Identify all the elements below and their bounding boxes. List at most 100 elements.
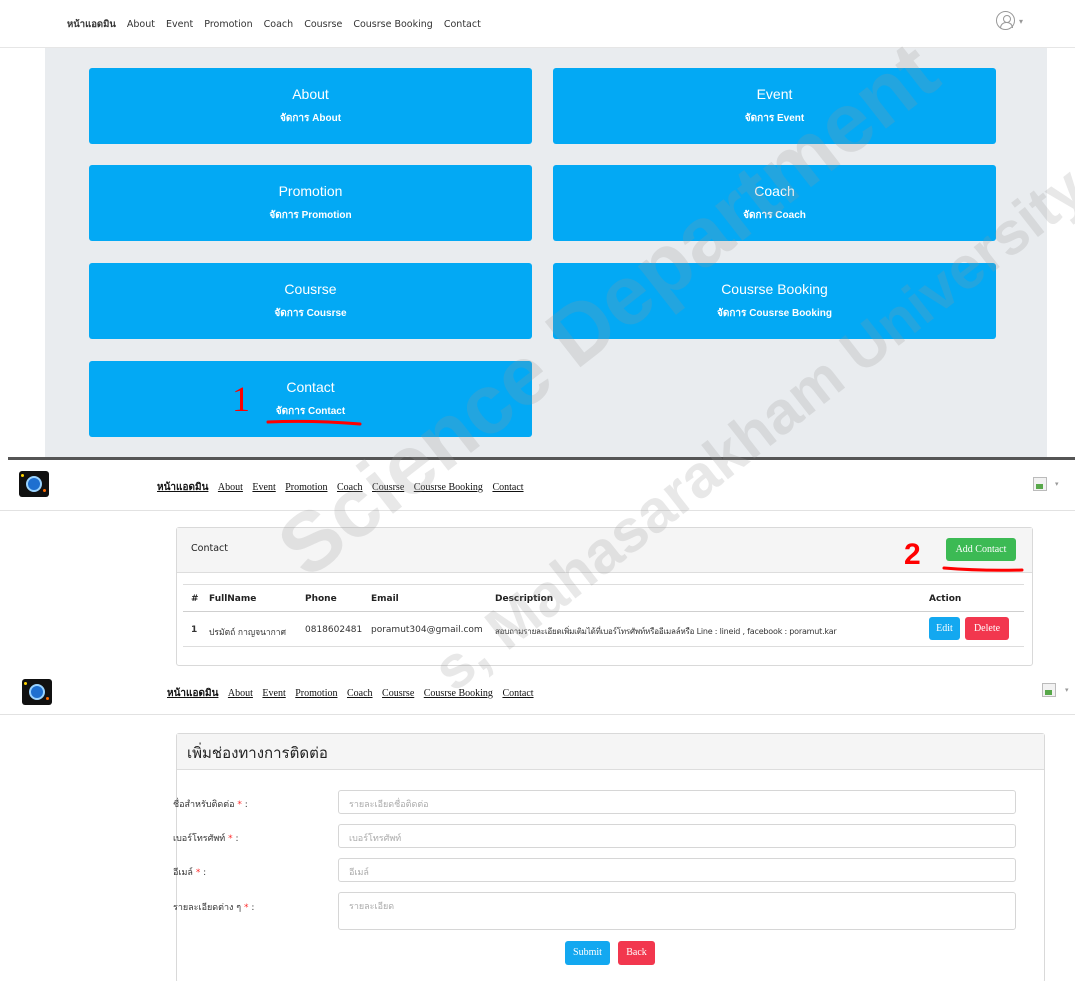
card-subtitle: จัดการ Cousrse [274, 308, 347, 319]
navbar-divider [0, 714, 1075, 715]
card-cousrse[interactable]: Cousrse จัดการ Cousrse [89, 263, 532, 339]
details-textarea[interactable]: รายละเอียด [338, 892, 1016, 930]
nav-item-cousrse-booking[interactable]: Cousrse Booking [353, 19, 432, 30]
nav-brand[interactable]: หน้าแอดมิน [167, 688, 218, 699]
card-subtitle: จัดการ About [279, 113, 342, 124]
nav-item-contact[interactable]: Contact [502, 688, 533, 699]
nav-item-promotion[interactable]: Promotion [285, 482, 327, 493]
annotation-underline-1 [266, 419, 362, 426]
card-title: Cousrse Booking [721, 281, 828, 297]
chevron-down-icon: ▾ [1019, 17, 1024, 26]
card-subtitle: จัดการ Event [744, 113, 805, 124]
cell-phone: 0818602481 [305, 625, 363, 635]
nav-brand[interactable]: หน้าแอดมิน [67, 19, 116, 30]
cell-description: สอบถามรายละเอียดเพิ่มเติมได้ที่เบอร์โทรศ… [495, 627, 837, 636]
card-title: Cousrse [284, 281, 337, 297]
nav-brand[interactable]: หน้าแอดมิน [157, 482, 208, 493]
admin-nav-links: หน้าแอดมิน About Event Promotion Coach C… [67, 17, 489, 32]
col-header-action: Action [929, 594, 962, 604]
nav-item-cousrse[interactable]: Cousrse [372, 482, 404, 493]
nav-item-about[interactable]: About [218, 482, 243, 493]
nav-item-event[interactable]: Event [252, 482, 275, 493]
label-text: อีเมล์ [173, 868, 193, 878]
admin-dashboard-panel: หน้าแอดมิน About Event Promotion Coach C… [0, 0, 1075, 457]
nav-item-coach[interactable]: Coach [347, 688, 373, 699]
nav-item-event[interactable]: Event [262, 688, 285, 699]
nav-item-about[interactable]: About [127, 19, 155, 30]
annotation-step-2: 2 [904, 538, 921, 571]
form-header: เพิ่มช่องทางการติดต่อ [177, 734, 1044, 770]
nav-item-coach[interactable]: Coach [337, 482, 363, 493]
label-text: เบอร์โทรศัพท์ [173, 834, 226, 844]
nav-item-coach[interactable]: Coach [264, 19, 294, 30]
cell-email: poramut304@gmail.com [371, 625, 483, 635]
card-title: Contact [191, 543, 228, 554]
broken-image-icon[interactable] [1042, 683, 1056, 697]
label-colon: : [248, 903, 255, 913]
card-subtitle: จัดการ Cousrse Booking [717, 308, 832, 319]
field-label-contact-name: ชื่อสำหรับติดต่อ * : [173, 797, 248, 811]
field-label-email: อีเมล์ * : [173, 865, 206, 879]
nav-item-cousrse[interactable]: Cousrse [382, 688, 414, 699]
card-title: Event [756, 86, 793, 102]
label-text: ชื่อสำหรับติดต่อ [173, 800, 235, 810]
admin-card-grid: About จัดการ About Event จัดการ Event Pr… [45, 48, 1047, 457]
nav-item-cousrse-booking[interactable]: Cousrse Booking [414, 482, 483, 493]
site-logo-icon[interactable] [22, 679, 52, 705]
card-subtitle: จัดการ Coach [743, 210, 806, 221]
card-cousrse-booking[interactable]: Cousrse Booking จัดการ Cousrse Booking [553, 263, 996, 339]
card-subtitle: จัดการ Promotion [269, 210, 352, 221]
col-header-fullname: FullName [209, 594, 257, 604]
nav-item-promotion[interactable]: Promotion [204, 19, 252, 30]
label-colon: : [232, 834, 239, 844]
add-contact-form-card: เพิ่มช่องทางการติดต่อ ชื่อสำหรับติดต่อ *… [173, 733, 1045, 981]
nav-item-cousrse[interactable]: Cousrse [304, 19, 342, 30]
table-top-border [183, 584, 1024, 585]
table-bottom-border [183, 646, 1024, 647]
cell-fullname: ปรมัตถ์ กาญจนากาศ [209, 628, 286, 638]
card-promotion[interactable]: Promotion จัดการ Promotion [89, 165, 532, 241]
contact-list-panel: หน้าแอดมิน About Event Promotion Coach C… [0, 460, 1075, 670]
back-button[interactable]: Back [618, 941, 655, 965]
submit-button[interactable]: Submit [565, 941, 610, 965]
user-circle-icon [996, 11, 1015, 30]
col-header-email: Email [371, 594, 399, 604]
site-logo-icon[interactable] [19, 471, 49, 497]
contact-name-input[interactable]: รายละเอียดชื่อติดต่อ [338, 790, 1016, 814]
col-header-description: Description [495, 594, 554, 604]
col-header-phone: Phone [305, 594, 337, 604]
user-menu[interactable]: ▾ [996, 11, 1030, 35]
chevron-down-icon: ▾ [1065, 686, 1069, 694]
chevron-down-icon: ▾ [1055, 480, 1059, 488]
nav-links: หน้าแอดมิน About Event Promotion Coach C… [167, 686, 541, 701]
nav-item-about[interactable]: About [228, 688, 253, 699]
add-contact-button[interactable]: Add Contact [946, 538, 1016, 561]
card-title: Promotion [278, 183, 343, 199]
card-about[interactable]: About จัดการ About [89, 68, 532, 144]
label-colon: : [241, 800, 248, 810]
form-title: เพิ่มช่องทางการติดต่อ [187, 744, 328, 762]
nav-item-contact[interactable]: Contact [492, 482, 523, 493]
card-event[interactable]: Event จัดการ Event [553, 68, 996, 144]
email-input[interactable]: อีเมล์ [338, 858, 1016, 882]
field-label-phone: เบอร์โทรศัพท์ * : [173, 831, 239, 845]
phone-input[interactable]: เบอร์โทรศัพท์ [338, 824, 1016, 848]
field-label-details: รายละเอียดต่าง ๆ * : [173, 900, 254, 914]
broken-image-icon[interactable] [1033, 477, 1047, 491]
card-title: Contact [286, 379, 335, 395]
nav-item-promotion[interactable]: Promotion [295, 688, 337, 699]
col-header-num: # [191, 594, 199, 604]
table-header-border [183, 611, 1024, 612]
annotation-underline-2 [942, 566, 1024, 572]
navbar-divider [0, 510, 1075, 511]
nav-item-cousrse-booking[interactable]: Cousrse Booking [424, 688, 493, 699]
nav-links: หน้าแอดมิน About Event Promotion Coach C… [157, 480, 531, 495]
label-text: รายละเอียดต่าง ๆ [173, 903, 242, 913]
nav-item-contact[interactable]: Contact [444, 19, 481, 30]
edit-button[interactable]: Edit [929, 617, 960, 640]
nav-item-event[interactable]: Event [166, 19, 193, 30]
delete-button[interactable]: Delete [965, 617, 1009, 640]
annotation-step-1: 1 [232, 379, 250, 419]
card-coach[interactable]: Coach จัดการ Coach [553, 165, 996, 241]
admin-navbar: หน้าแอดมิน About Event Promotion Coach C… [0, 0, 1075, 48]
